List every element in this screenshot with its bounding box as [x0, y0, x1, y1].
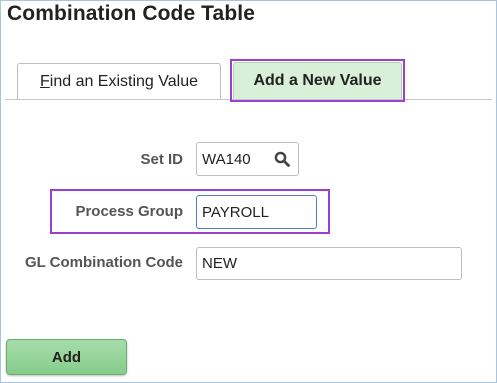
add-button-label: Add	[51, 348, 82, 366]
set-id-label: Set ID	[140, 151, 183, 168]
process-group-label: Process Group	[75, 203, 183, 220]
set-id-field[interactable]: WA140	[196, 142, 299, 176]
set-id-value: WA140	[202, 150, 251, 168]
tab-find-existing-value[interactable]: Find an Existing Value	[17, 63, 221, 99]
search-icon[interactable]	[274, 151, 290, 167]
page-title: Combination Code Table	[7, 2, 255, 25]
gl-combination-code-value: NEW	[202, 255, 237, 272]
tab-add-new-value[interactable]: Add a New Value	[233, 62, 402, 99]
process-group-value: PAYROLL	[202, 203, 269, 221]
gl-combination-code-label: GL Combination Code	[24, 254, 183, 271]
tab-add-label: Add a New Value	[253, 72, 382, 89]
tab-find-label: Find an Existing Value	[40, 73, 198, 91]
gl-combination-code-field[interactable]: NEW	[196, 247, 462, 280]
add-button[interactable]: Add	[6, 339, 127, 375]
tab-find-mnemonic: F	[39, 72, 50, 90]
page-frame: Combination Code Table Find an Existing …	[0, 0, 497, 383]
tab-find-label-rest: ind an Existing Value	[49, 72, 199, 90]
process-group-field[interactable]: PAYROLL	[196, 195, 317, 229]
